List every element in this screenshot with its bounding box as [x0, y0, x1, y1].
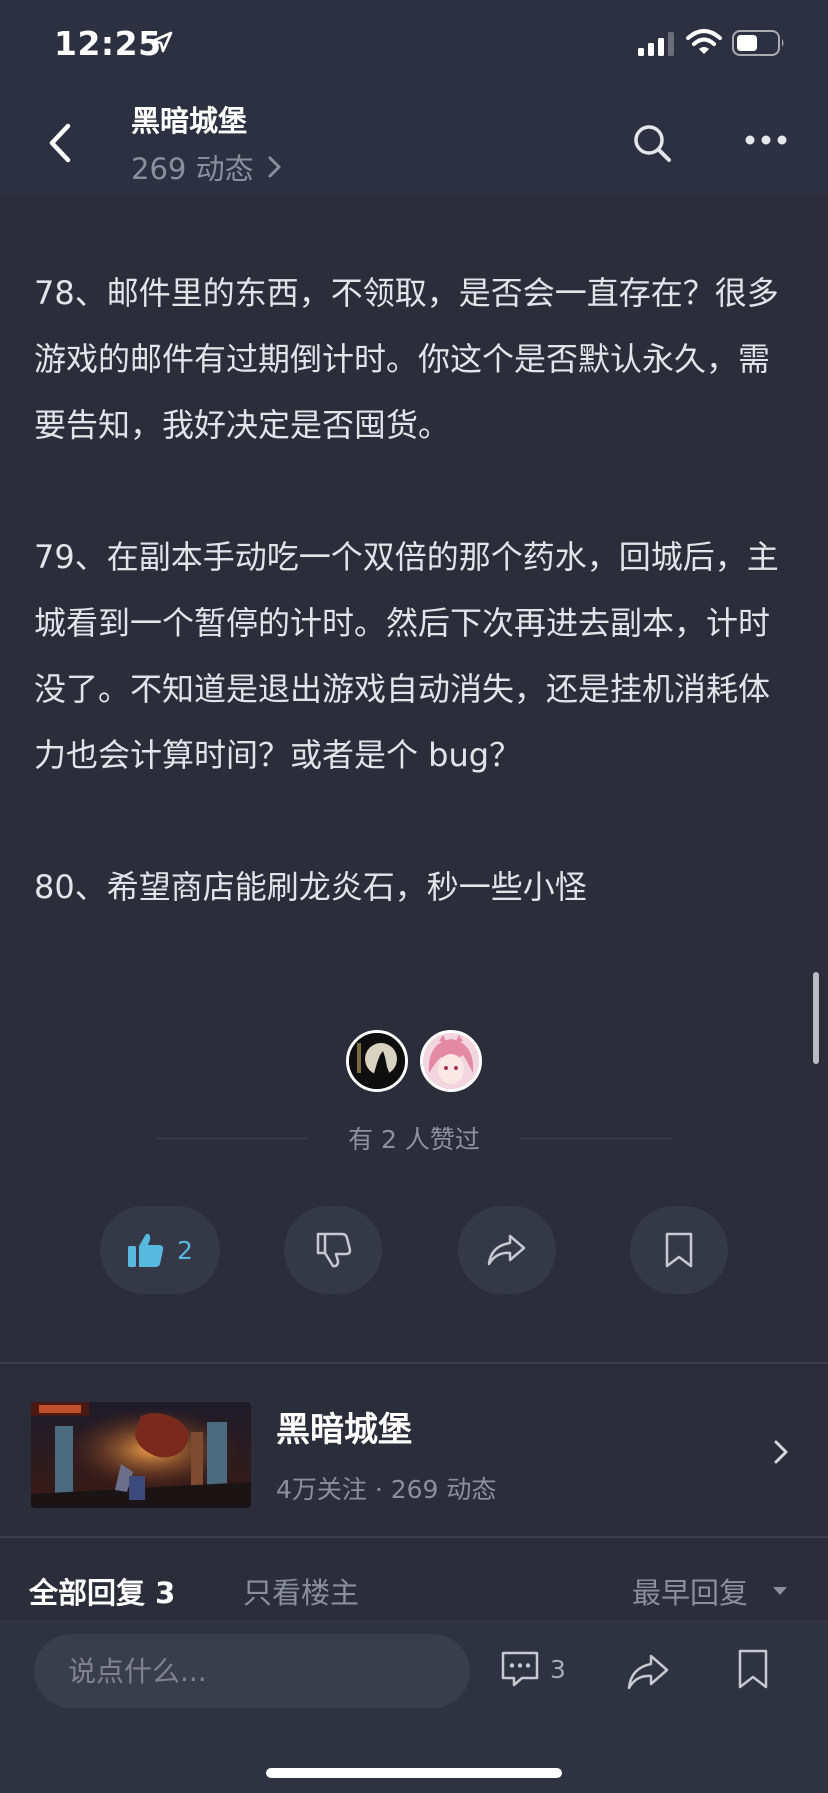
post-body: 78、邮件里的东西，不领取，是否会一直存在？很多游戏的邮件有过期倒计时。你这个是… — [34, 260, 794, 986]
divider — [520, 1138, 672, 1139]
divider — [0, 1362, 828, 1364]
likes-summary: 有 2 人赞过 — [0, 1120, 828, 1160]
home-indicator[interactable] — [266, 1768, 562, 1778]
post-count-link[interactable]: 269 动态 — [131, 146, 284, 188]
likes-summary-text: 有 2 人赞过 — [348, 1125, 480, 1154]
status-bar: 12:25 — [0, 0, 828, 88]
game-name: 黑暗城堡 — [276, 1410, 412, 1450]
thumbs-down-icon — [316, 1232, 352, 1268]
post-paragraph: 79、在副本手动吃一个双倍的那个药水，回城后，主城看到一个暂停的计时。然后下次再… — [34, 538, 779, 774]
nav-header: 黑暗城堡 269 动态 — [0, 88, 828, 194]
game-thumbnail — [31, 1402, 251, 1508]
avatar[interactable] — [346, 1030, 408, 1092]
post-paragraph: 80、希望商店能刷龙炎石，秒一些小怪 — [34, 868, 587, 906]
back-button[interactable] — [40, 118, 84, 168]
thumbs-up-icon — [128, 1233, 164, 1267]
game-cover-image — [31, 1402, 251, 1508]
share-arrow-icon[interactable] — [626, 1652, 670, 1692]
location-arrow-icon — [151, 31, 173, 53]
share-button[interactable] — [458, 1206, 556, 1294]
like-count: 2 — [177, 1235, 193, 1265]
tab-owner-only[interactable]: 只看楼主 — [243, 1570, 359, 1612]
like-button[interactable]: 2 — [100, 1206, 220, 1294]
anime-girl-avatar-image — [423, 1033, 479, 1089]
wifi-icon — [686, 29, 722, 54]
bookmark-icon — [665, 1232, 693, 1268]
chevron-right-icon — [774, 1440, 788, 1464]
bottom-action-bar: 3 — [0, 1620, 828, 1793]
comment-count: 3 — [550, 1654, 566, 1684]
game-stats: 4万关注 · 269 动态 — [276, 1475, 497, 1504]
caret-down-icon — [773, 1587, 788, 1595]
search-icon[interactable] — [632, 123, 672, 163]
game-card[interactable]: 黑暗城堡 4万关注 · 269 动态 — [0, 1366, 828, 1536]
battery-icon — [732, 30, 784, 56]
comment-input[interactable] — [34, 1634, 470, 1708]
sort-dropdown[interactable]: 最早回复 — [632, 1570, 788, 1612]
wolf-moon-avatar-image — [349, 1033, 405, 1089]
page-title[interactable]: 黑暗城堡 — [131, 98, 247, 140]
chevron-right-icon — [268, 156, 281, 178]
comment-bubble-icon — [501, 1651, 539, 1687]
post-count-label: 269 动态 — [131, 152, 254, 186]
comments-button[interactable]: 3 — [500, 1650, 566, 1688]
status-time: 12:25 — [54, 24, 162, 63]
tab-all-replies[interactable]: 全部回复 3 — [29, 1570, 175, 1612]
post-paragraph: 78、邮件里的东西，不领取，是否会一直存在？很多游戏的邮件有过期倒计时。你这个是… — [34, 274, 779, 444]
sort-label: 最早回复 — [632, 1576, 749, 1610]
share-arrow-icon — [487, 1234, 526, 1266]
cellular-signal-icon — [638, 32, 674, 56]
dislike-button[interactable] — [284, 1206, 382, 1294]
likers-avatars[interactable] — [0, 1030, 828, 1096]
post-detail-page: 12:25 黑暗城堡 269 动态 78、邮件里的东西，不领取，是否会一直存在？… — [0, 0, 828, 1793]
more-options-icon[interactable] — [744, 132, 788, 148]
bookmark-icon[interactable] — [736, 1648, 770, 1690]
avatar[interactable] — [420, 1030, 482, 1092]
bookmark-button[interactable] — [630, 1206, 728, 1294]
